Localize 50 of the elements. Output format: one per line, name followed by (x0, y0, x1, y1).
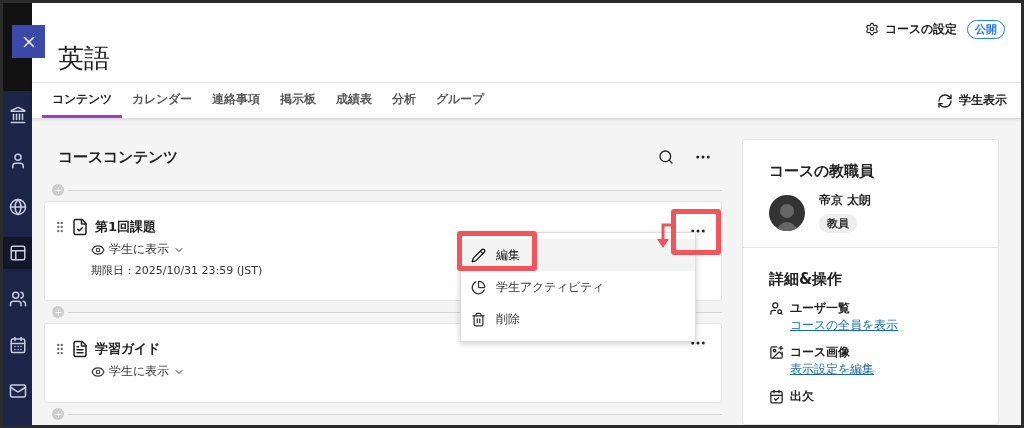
tab[interactable]: コンテンツ (42, 83, 122, 118)
calendar-check-icon (769, 389, 784, 404)
menu-item[interactable]: 編集 (461, 239, 695, 271)
tab[interactable]: カレンダー (122, 83, 202, 118)
user-search-icon (769, 301, 784, 316)
visibility-dropdown[interactable]: 学生に表示 (91, 364, 185, 379)
eye-icon (91, 364, 105, 379)
section-heading: コースコンテンツ (58, 147, 178, 167)
avatar-silhouette (769, 195, 805, 231)
detail-link[interactable]: 表示設定を編集 (790, 362, 972, 377)
student-view-button[interactable]: 学生表示 (937, 83, 1007, 118)
assignment-icon (71, 218, 89, 236)
detail-title: コース画像 (790, 345, 850, 360)
tab[interactable]: 分析 (382, 83, 426, 118)
due-date: 期限日 : 2025/10/31 23:59 (JST) (91, 263, 263, 278)
image-icon (769, 345, 784, 360)
document-icon (71, 340, 89, 358)
detail-title: 出欠 (790, 389, 814, 404)
close-button[interactable] (12, 25, 45, 58)
course-settings-link[interactable]: コースの設定 (865, 20, 957, 38)
trash-icon (471, 311, 486, 327)
role-badge: 教員 (819, 214, 857, 233)
settings-icon[interactable] (865, 22, 879, 36)
pie-chart-icon (471, 279, 486, 295)
tab[interactable]: 成績表 (326, 83, 382, 118)
institution-icon[interactable] (8, 106, 27, 124)
item-title[interactable]: 第1回課題 (95, 218, 157, 236)
visibility-dropdown[interactable]: 学生に表示 (91, 242, 263, 257)
section-heading: コースの教職員 (769, 162, 875, 181)
course-title: 英語 (58, 42, 110, 73)
section-heading: 詳細&操作 (769, 270, 844, 289)
search-icon[interactable] (658, 148, 674, 166)
mail-icon[interactable] (8, 382, 27, 400)
menu-item[interactable]: 削除 (461, 303, 695, 335)
eye-icon (91, 242, 105, 257)
tab[interactable]: グループ (426, 83, 494, 118)
menu-item[interactable]: 学生アクティビティ (461, 271, 695, 303)
item-title[interactable]: 学習ガイド (95, 340, 160, 358)
sidebar-item[interactable] (3, 237, 32, 269)
tab[interactable]: 連絡事項 (202, 83, 270, 118)
tab[interactable]: 掲示板 (270, 83, 326, 118)
instructor-name[interactable]: 帝京 太朗 (819, 193, 871, 208)
detail-title: ユーザ一覧 (790, 301, 850, 316)
calendar-icon[interactable] (8, 336, 27, 354)
refresh-icon[interactable] (937, 92, 953, 109)
people-icon[interactable] (8, 290, 27, 308)
detail-link[interactable]: コースの全員を表示 (790, 318, 972, 333)
courses-icon[interactable] (8, 244, 27, 262)
globe-icon[interactable] (8, 198, 27, 216)
pencil-icon (471, 247, 486, 263)
